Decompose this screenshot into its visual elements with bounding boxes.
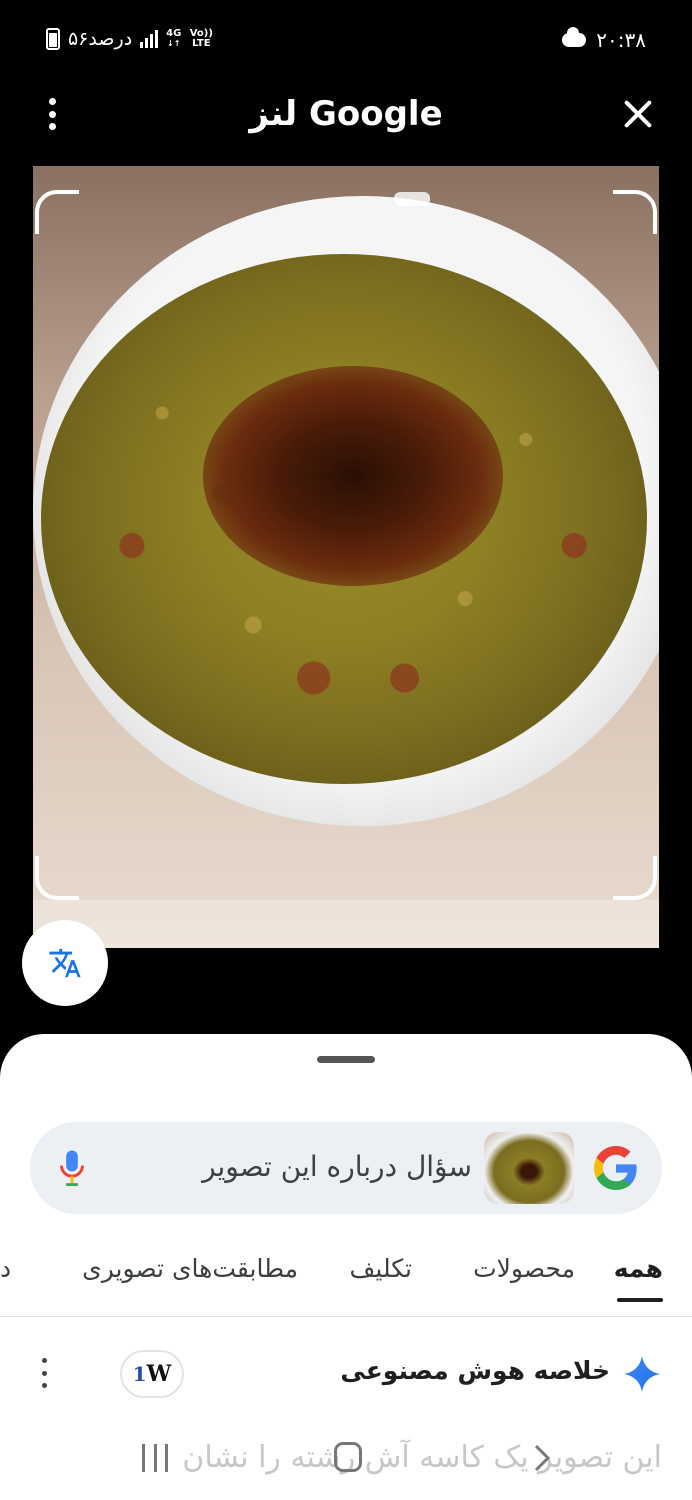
volte-indicator: Vo)) LTE	[189, 28, 213, 49]
search-input[interactable]: سؤال درباره این تصویر	[202, 1150, 472, 1183]
network-type: 4G ↓↑	[166, 29, 181, 49]
battery-text: ۵۶درصد	[68, 28, 133, 50]
back-icon[interactable]	[532, 1444, 552, 1472]
image-preview[interactable]	[33, 166, 659, 948]
signal-icon	[140, 30, 159, 48]
tab-visual-matches[interactable]: مطابقت‌های تصویری	[82, 1254, 298, 1283]
battery-icon	[46, 28, 60, 50]
system-nav-bar	[0, 1434, 692, 1500]
dimmed-region	[33, 900, 659, 948]
tab-all[interactable]: همه	[614, 1254, 663, 1283]
crop-corner-top-left[interactable]	[35, 190, 79, 234]
network-arrows-icon: ↓↑	[167, 39, 181, 48]
tab-products[interactable]: محصولات	[473, 1254, 575, 1283]
tab-active-indicator	[617, 1298, 663, 1302]
crop-handle[interactable]	[394, 192, 430, 206]
translate-button[interactable]	[22, 920, 108, 1006]
mic-icon[interactable]	[58, 1148, 86, 1188]
results-sheet: سؤال درباره این تصویر همه محصولات تکلیف …	[0, 1034, 692, 1500]
status-bar: ۵۶درصد 4G ↓↑ Vo)) LTE ۲۰:۳۸	[0, 0, 692, 80]
sheet-grabber[interactable]	[317, 1056, 375, 1063]
home-icon[interactable]	[334, 1442, 362, 1472]
source-logo[interactable]: 𝟏W	[120, 1350, 184, 1398]
close-icon[interactable]	[620, 96, 656, 132]
crop-corner-bottom-right[interactable]	[613, 856, 657, 900]
query-image-thumbnail[interactable]	[484, 1132, 574, 1204]
sparkle-icon	[623, 1355, 661, 1393]
source-logo-mark: 𝟏	[132, 1362, 147, 1386]
search-bar[interactable]: سؤال درباره این تصویر	[30, 1122, 662, 1214]
crop-corner-top-right[interactable]	[613, 190, 657, 234]
tabs-divider	[0, 1316, 692, 1317]
source-logo-text: W	[146, 1361, 172, 1387]
tab-overflow[interactable]: د	[0, 1254, 11, 1283]
google-g-icon	[594, 1146, 637, 1190]
cloud-icon	[562, 27, 587, 47]
tab-homework[interactable]: تکلیف	[350, 1254, 412, 1283]
ai-overview-menu-icon[interactable]	[38, 1358, 50, 1388]
fried-onion-topping	[203, 366, 503, 586]
crop-corner-bottom-left[interactable]	[35, 856, 79, 900]
lens-header: Google لنز	[0, 80, 692, 150]
network-type-label: 4G	[166, 28, 182, 39]
ai-overview-header: خلاصه هوش مصنوعی 𝟏W	[0, 1344, 692, 1404]
ai-overview-title: خلاصه هوش مصنوعی	[340, 1356, 610, 1385]
status-time: ۲۰:۳۸	[596, 28, 646, 52]
translate-icon	[49, 948, 81, 978]
page-title: Google لنز	[249, 94, 443, 134]
status-left: ۵۶درصد 4G ↓↑ Vo)) LTE	[46, 28, 213, 50]
recent-apps-icon[interactable]	[142, 1444, 168, 1472]
status-right: ۲۰:۳۸	[562, 27, 646, 52]
result-tabs: همه محصولات تکلیف مطابقت‌های تصویری د	[0, 1254, 692, 1318]
